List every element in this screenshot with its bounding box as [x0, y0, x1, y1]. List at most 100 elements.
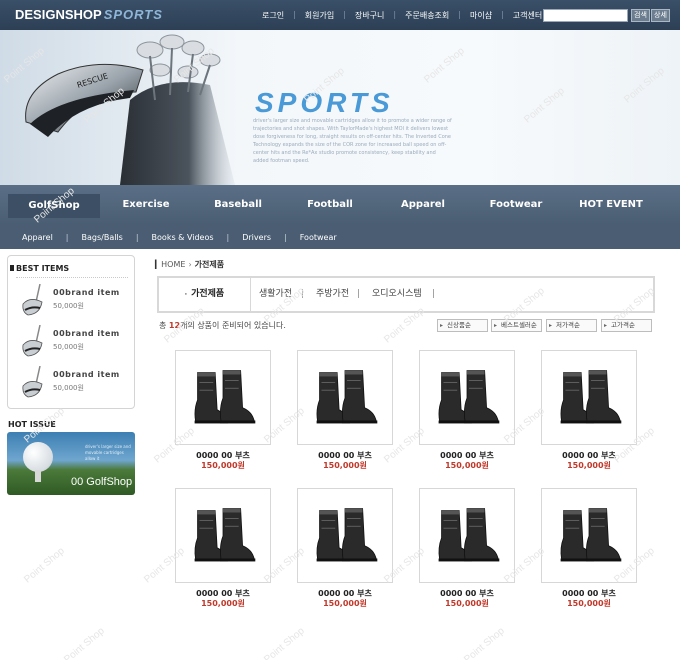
category-tabs: · 가전제품 생활가전 | 주방가전 | 오디오시스템 | [157, 276, 655, 313]
driver-thumbnail [22, 284, 43, 316]
subnav-apparel[interactable]: Apparel [22, 233, 53, 242]
boot-product-image [176, 489, 270, 586]
product-image-frame[interactable] [419, 350, 515, 445]
golf-club-image: RESCUE [25, 63, 144, 137]
best-item[interactable]: 00brand item 50,000원 [20, 284, 130, 320]
product-image-frame[interactable] [541, 350, 637, 445]
site-logo[interactable]: DESIGNSHOP SPORTS [15, 7, 163, 22]
product-image-frame[interactable] [297, 350, 393, 445]
nav-apparel[interactable]: Apparel [377, 185, 469, 225]
join-link[interactable]: 회원가입 [305, 10, 334, 21]
search-button[interactable]: 검색 [631, 9, 650, 22]
watermark-text: Point Shop [22, 545, 67, 586]
boot-product-image [542, 489, 636, 586]
sort-newest-button[interactable]: 신상품순 [437, 319, 488, 332]
nav-golfshop[interactable]: GolfShop [8, 194, 100, 218]
product-image-frame[interactable] [541, 488, 637, 583]
nav-hot-event[interactable]: HOT EVENT [565, 185, 657, 225]
best-items-title: BEST ITEMS [16, 264, 70, 273]
count-prefix: 총 [159, 321, 167, 330]
category-tab[interactable]: 주방가전 [316, 278, 349, 311]
myshop-link[interactable]: 마이샵 [470, 10, 492, 21]
category-separator: | [301, 289, 305, 299]
golf-tee-icon [35, 470, 41, 482]
category-separator: | [432, 289, 436, 299]
best-item-price: 50,000원 [53, 384, 84, 392]
hero-description: driver's larger size and movable cartrid… [253, 118, 452, 164]
boot-product-image [420, 351, 514, 448]
driver-thumbnail [22, 366, 43, 398]
sort-bestseller-button[interactable]: 베스트셀러순 [491, 319, 542, 332]
watermark-text: Point Shop [62, 625, 107, 660]
subnav-bags-balls[interactable]: Bags/Balls [82, 233, 123, 242]
best-item-name: 00brand item [53, 329, 120, 338]
category-tab-label: 가전제품 [191, 289, 225, 299]
hot-issue-tagline: driver's larger size and movable cartrid… [85, 444, 131, 461]
product-image-frame[interactable] [175, 488, 271, 583]
search-input[interactable] [543, 9, 628, 22]
top-bar: DESIGNSHOP SPORTS 로그인 | 회원가입 | 장바구니 | 주문배송조회… [0, 0, 680, 30]
count-value: 12 [168, 321, 181, 330]
best-items-divider [16, 277, 128, 278]
boot-product-image [542, 351, 636, 448]
breadcrumb-home[interactable]: HOME [161, 260, 185, 269]
subnav-drivers[interactable]: Drivers [242, 233, 271, 242]
boot-product-image [298, 351, 392, 448]
best-items-marker [10, 265, 14, 271]
order-tracking-link[interactable]: 주문배송조회 [405, 10, 449, 21]
boot-product-image [298, 489, 392, 586]
product-price: 150,000원 [567, 461, 611, 470]
nav-exercise[interactable]: Exercise [100, 185, 192, 225]
best-item-price: 50,000원 [53, 343, 84, 351]
product-image-frame[interactable] [175, 350, 271, 445]
best-items-panel: BEST ITEMS 00brand item 50,000원 00brand … [7, 255, 135, 409]
sub-navigation: Apparel | Bags/Balls | Books & Videos | Dri… [0, 225, 680, 249]
product-price: 150,000원 [201, 599, 245, 608]
nav-baseball[interactable]: Baseball [192, 185, 284, 225]
category-tab[interactable]: 오디오시스템 [372, 278, 422, 311]
hot-issue-banner[interactable]: driver's larger size and movable cartrid… [7, 432, 135, 495]
best-item[interactable]: 00brand item 50,000원 [20, 366, 130, 402]
top-navigation: 로그인 | 회원가입 | 장바구니 | 주문배송조회 | 마이샵 | 고객센터 [262, 10, 543, 21]
main-navigation: GolfShop Exercise Baseball Football Appa… [0, 185, 680, 225]
nav-football[interactable]: Football [284, 185, 376, 225]
boot-product-image [176, 351, 270, 448]
product-count: 총 12개의 상품이 준비되어 있습니다. [159, 320, 286, 331]
product-price: 150,000원 [323, 599, 367, 608]
watermark-text: Point Shop [262, 625, 307, 660]
sort-low-price-button[interactable]: 저가격순 [546, 319, 597, 332]
hero-banner: RESCUE SPORTS driver's larger size and m… [0, 30, 680, 185]
hot-issue-title: HOT ISSUE [8, 420, 56, 429]
category-tab-active[interactable]: · 가전제품 [159, 278, 251, 311]
detail-search-button[interactable]: 상세 [651, 9, 670, 22]
best-item-name: 00brand item [53, 288, 120, 297]
sort-high-price-button[interactable]: 고가격순 [601, 319, 652, 332]
best-item-name: 00brand item [53, 370, 120, 379]
watermark-text: Point Shop [462, 625, 507, 660]
customer-center-link[interactable]: 고객센터 [513, 10, 542, 21]
product-image-frame[interactable] [419, 488, 515, 583]
logo-main-text: DESIGNSHOP [15, 7, 102, 22]
category-separator: | [357, 289, 361, 299]
product-image-frame[interactable] [297, 488, 393, 583]
subnav-footwear[interactable]: Footwear [300, 233, 337, 242]
count-suffix: 개의 상품이 준비되어 있습니다. [180, 321, 286, 330]
hero-title: SPORTS [255, 87, 394, 118]
boot-product-image [420, 489, 514, 586]
best-item-price: 50,000원 [53, 302, 84, 310]
subnav-books-videos[interactable]: Books & Videos [152, 233, 214, 242]
login-link[interactable]: 로그인 [262, 10, 284, 21]
product-price: 150,000원 [445, 599, 489, 608]
breadcrumb-current: 가전제품 [194, 260, 225, 269]
golf-ball-icon [23, 442, 53, 472]
product-price: 150,000원 [323, 461, 367, 470]
best-item[interactable]: 00brand item 50,000원 [20, 325, 130, 361]
cart-link[interactable]: 장바구니 [355, 10, 384, 21]
driver-thumbnail [22, 325, 43, 357]
category-tab[interactable]: 생활가전 [259, 278, 292, 311]
hot-issue-name: 00 GolfShop [71, 476, 133, 488]
nav-footwear[interactable]: Footwear [470, 185, 562, 225]
breadcrumb: ▎HOME › 가전제품 [155, 260, 225, 269]
product-price: 150,000원 [445, 461, 489, 470]
product-price: 150,000원 [201, 461, 245, 470]
